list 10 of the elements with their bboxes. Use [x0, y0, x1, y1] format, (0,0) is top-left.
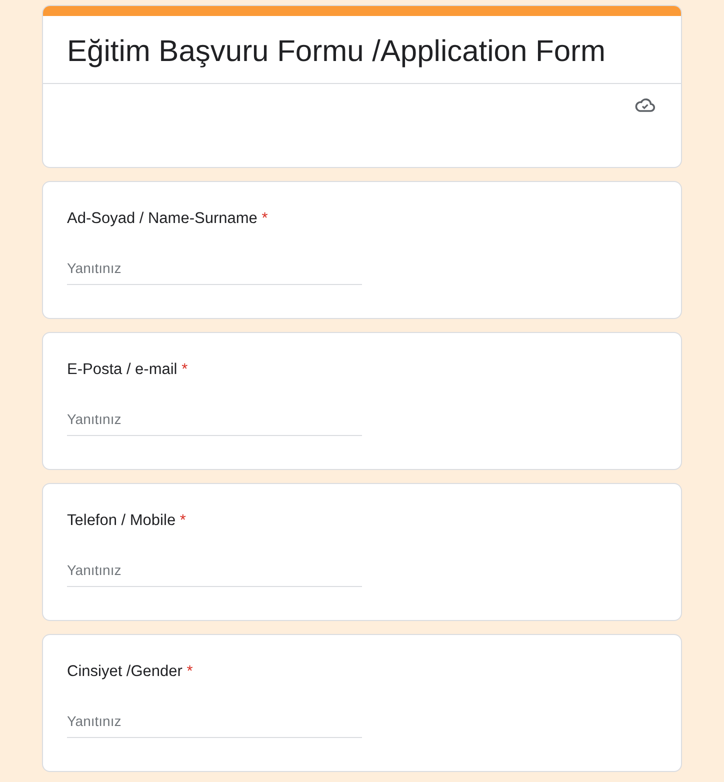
answer-field[interactable]: Yanıtınız: [67, 258, 362, 286]
answer-field[interactable]: Yanıtınız: [67, 560, 362, 588]
question-label: E-Posta / e-mail *: [67, 360, 189, 380]
question-label: Cinsiyet /Gender *: [67, 662, 194, 682]
answer-field[interactable]: Yanıtınız: [67, 409, 362, 436]
cloud-check-icon: [635, 98, 655, 112]
question-label: Telefon / Mobile *: [67, 511, 187, 531]
form-title: Eğitim Başvuru Formu /Application Form: [43, 16, 681, 84]
answer-field[interactable]: Yanıtınız: [67, 711, 362, 738]
question-label: Ad-Soyad / Name-Surname *: [67, 209, 269, 229]
